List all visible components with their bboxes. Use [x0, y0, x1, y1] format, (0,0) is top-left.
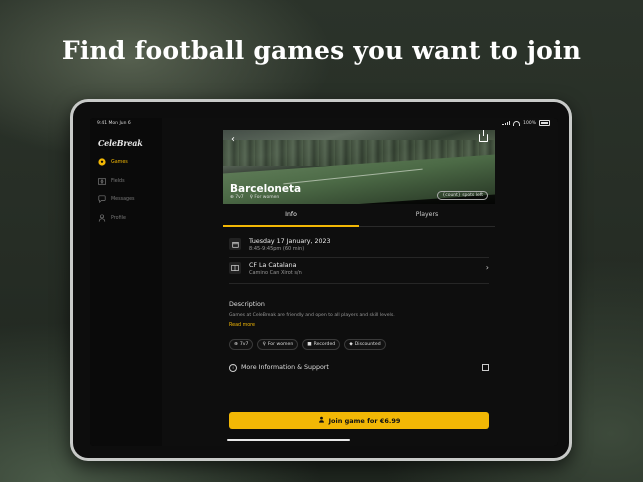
hero-tags: ⊕ 7v7 ♀ For women — [230, 195, 279, 200]
main-panel: ‹ Barceloneta ⊕ 7v7 ♀ For women {count} … — [162, 118, 558, 446]
more-info-label: More Information & Support — [241, 364, 329, 371]
tab-info[interactable]: Info — [223, 211, 359, 218]
home-indicator — [227, 439, 350, 441]
chip-recorded: ■ Recorded — [302, 339, 341, 350]
venue-address: Camino Can Xirot s/n — [249, 270, 302, 276]
chevron-right-icon: › — [485, 263, 489, 272]
venue-name: CF La Catalana — [249, 262, 297, 269]
share-icon[interactable] — [479, 130, 488, 142]
hero-tag-audience: ♀ For women — [249, 195, 280, 200]
cellular-signal-icon — [502, 120, 511, 126]
sidebar-item-messages[interactable]: Messages — [98, 195, 135, 203]
status-bar: 9:41 Mon Jun 6 100% — [90, 118, 558, 128]
external-link-icon — [482, 364, 489, 371]
field-icon — [229, 262, 241, 274]
ipad-bezel: CeleBreak Games Fields Messages Profile … — [73, 102, 569, 458]
tag-icon: ◆ — [349, 342, 353, 347]
active-tab-indicator — [223, 225, 359, 227]
sidebar-item-label: Fields — [111, 178, 125, 184]
sidebar-item-profile[interactable]: Profile — [98, 214, 126, 222]
celebreak-logo: CeleBreak — [98, 138, 143, 148]
sidebar-item-label: Games — [111, 159, 128, 165]
chip-format: ⊕ 7v7 — [229, 339, 254, 350]
info-icon: i — [229, 364, 237, 372]
game-hero-image: ‹ Barceloneta ⊕ 7v7 ♀ For women {count} … — [223, 130, 495, 204]
date-row: Tuesday 17 January, 2023 8:45-9:45pm (60… — [229, 238, 489, 254]
battery-icon — [539, 120, 550, 126]
sidebar-item-fields[interactable]: Fields — [98, 177, 125, 185]
spots-left-badge: {count} spots left — [437, 191, 488, 200]
status-time: 9:41 Mon Jun 6 — [97, 121, 131, 126]
wifi-icon — [513, 120, 521, 126]
battery-percent: 100% — [523, 120, 536, 126]
chat-icon — [98, 195, 106, 203]
app-screen: CeleBreak Games Fields Messages Profile … — [90, 118, 558, 446]
female-icon: ♀ — [262, 342, 266, 347]
video-icon: ■ — [307, 342, 312, 347]
divider — [229, 283, 489, 284]
read-more-link[interactable]: Read more — [229, 323, 255, 328]
game-tags: ⊕ 7v7 ♀ For women ■ Recorded ◆ Discounted — [229, 339, 386, 350]
description-heading: Description — [229, 301, 265, 308]
sidebar-item-label: Messages — [111, 196, 135, 202]
game-time: 8:45-9:45pm (60 min) — [249, 246, 305, 252]
more-info-row[interactable]: i More Information & Support — [229, 364, 489, 376]
ball-icon: ⊕ — [234, 342, 238, 347]
game-date: Tuesday 17 January, 2023 — [249, 238, 331, 245]
tab-players[interactable]: Players — [359, 211, 495, 218]
divider — [229, 257, 489, 258]
chip-audience: ♀ For women — [257, 339, 299, 350]
join-game-button[interactable]: Join game for €6.99 — [229, 412, 489, 429]
ipad-frame: CeleBreak Games Fields Messages Profile … — [70, 99, 572, 461]
person-icon — [98, 214, 106, 222]
status-right: 100% — [502, 120, 550, 126]
add-person-icon — [318, 416, 325, 425]
sidebar: CeleBreak Games Fields Messages Profile — [90, 118, 162, 446]
sidebar-item-games[interactable]: Games — [98, 158, 128, 166]
hero-tag-format: ⊕ 7v7 — [230, 195, 244, 200]
headline: Find football games you want to join — [61, 36, 582, 65]
description-body: Games at CeleBreak are friendly and open… — [229, 313, 395, 318]
game-detail: ‹ Barceloneta ⊕ 7v7 ♀ For women {count} … — [223, 118, 495, 446]
football-icon — [98, 158, 106, 166]
field-icon — [98, 177, 106, 185]
sidebar-item-label: Profile — [111, 215, 126, 221]
venue-row[interactable]: CF La Catalana Camino Can Xirot s/n › — [229, 262, 489, 278]
back-arrow-icon[interactable]: ‹ — [231, 134, 235, 145]
detail-tabs: Info Players — [223, 208, 495, 227]
game-title: Barceloneta — [230, 183, 302, 195]
chip-discounted: ◆ Discounted — [344, 339, 386, 350]
calendar-icon — [229, 238, 241, 250]
join-button-label: Join game for €6.99 — [328, 416, 401, 425]
